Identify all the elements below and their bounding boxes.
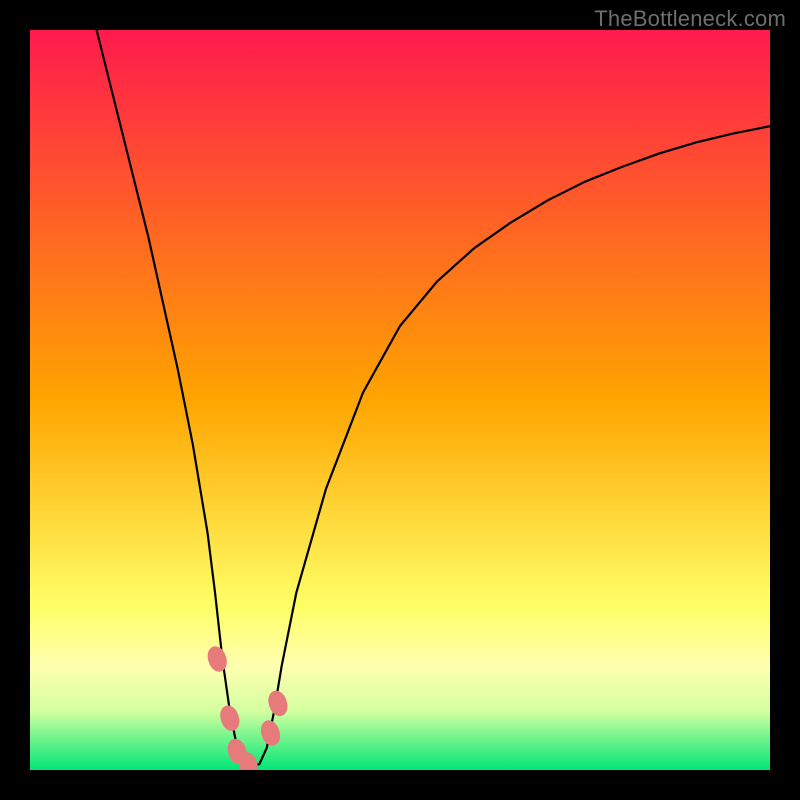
chart-frame: TheBottleneck.com — [0, 0, 800, 800]
gradient-background — [30, 30, 770, 770]
chart-svg — [30, 30, 770, 770]
plot-area — [30, 30, 770, 770]
watermark-text: TheBottleneck.com — [594, 6, 786, 32]
